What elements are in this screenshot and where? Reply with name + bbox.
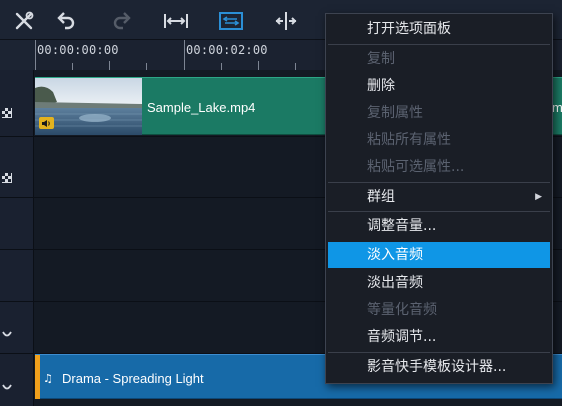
menu-item-label: 粘贴可选属性... bbox=[367, 159, 465, 175]
ruler-gutter bbox=[0, 40, 34, 70]
track-header-video[interactable] bbox=[0, 70, 34, 137]
clip-trim-handle[interactable] bbox=[35, 355, 40, 399]
audio-clip-name: Drama - Spreading Light bbox=[62, 371, 204, 386]
speaker-icon[interactable] bbox=[39, 117, 54, 129]
menu-item-paste-all-attributes[interactable]: 粘贴所有属性 bbox=[328, 127, 550, 153]
video-clip-name: Sample_Lake.mp4 bbox=[147, 100, 256, 115]
menu-item-delete[interactable]: 删除 bbox=[328, 73, 550, 99]
menu-item-audio-ducking[interactable]: 音频调节... bbox=[328, 324, 550, 350]
menu-item-open-options-panel[interactable]: 打开选项面板 bbox=[328, 16, 550, 42]
menu-item-label: 音频调节... bbox=[367, 329, 437, 345]
ruler-timecode: 00:00:00:00 bbox=[37, 43, 119, 57]
menu-item-label: 粘贴所有属性 bbox=[367, 132, 451, 148]
menu-separator bbox=[328, 352, 550, 353]
ruler-minor-tick bbox=[146, 63, 147, 70]
menu-item-paste-selected-attributes[interactable]: 粘贴可选属性... bbox=[328, 154, 550, 180]
track-header-title[interactable] bbox=[0, 198, 34, 250]
ripple-edit-icon[interactable] bbox=[217, 8, 245, 34]
menu-item-label: 调整音量... bbox=[367, 218, 437, 234]
context-menu: 打开选项面板 复制 删除 复制属性 粘贴所有属性 粘贴可选属性... 群组 ▶ 调… bbox=[325, 13, 553, 384]
split-icon[interactable] bbox=[272, 8, 300, 34]
audio-wave-icon bbox=[2, 384, 12, 390]
ruler-timecode: 00:00:02:00 bbox=[186, 43, 268, 57]
menu-item-adjust-volume[interactable]: 调整音量... bbox=[328, 213, 550, 239]
tools-icon[interactable] bbox=[10, 8, 38, 34]
ruler-major-tick bbox=[35, 40, 36, 70]
menu-item-copy[interactable]: 复制 bbox=[328, 46, 550, 72]
video-editor-timeline: 00:00:00:00 00:00:02:00 Sample_Lake.mp4 … bbox=[0, 0, 562, 406]
ruler-major-tick bbox=[184, 40, 185, 70]
menu-item-label: 淡出音频 bbox=[367, 275, 423, 291]
menu-item-template-designer[interactable]: 影音快手模板设计器... bbox=[328, 354, 550, 380]
menu-item-copy-attributes[interactable]: 复制属性 bbox=[328, 100, 550, 126]
audio-wave-icon bbox=[2, 331, 12, 337]
menu-item-label: 复制属性 bbox=[367, 105, 423, 121]
menu-item-normalize-audio[interactable]: 等量化音频 bbox=[328, 297, 550, 323]
menu-item-label: 复制 bbox=[367, 51, 395, 67]
fit-timeline-icon[interactable] bbox=[162, 8, 190, 34]
ruler-minor-tick bbox=[258, 61, 259, 70]
ruler-minor-tick bbox=[72, 63, 73, 70]
redo-icon[interactable] bbox=[108, 8, 136, 34]
track-header-music-1[interactable] bbox=[0, 302, 34, 354]
ruler-minor-tick bbox=[109, 61, 110, 70]
video-clip-edge-label: m bbox=[552, 100, 562, 115]
menu-item-label: 淡入音频 bbox=[367, 247, 423, 263]
menu-item-fade-out-audio[interactable]: 淡出音频 bbox=[328, 270, 550, 296]
menu-separator bbox=[328, 44, 550, 45]
menu-item-group[interactable]: 群组 ▶ bbox=[328, 184, 550, 210]
submenu-arrow-icon: ▶ bbox=[535, 192, 542, 202]
menu-separator bbox=[328, 182, 550, 183]
ruler-minor-tick bbox=[221, 63, 222, 70]
checkerboard-icon bbox=[2, 108, 12, 118]
menu-item-label: 群组 bbox=[367, 189, 395, 205]
track-header-music-2[interactable] bbox=[0, 354, 34, 406]
track-header-voice[interactable] bbox=[0, 250, 34, 302]
track-header-column bbox=[0, 70, 34, 406]
music-note-icon: ♫ bbox=[43, 372, 53, 385]
menu-item-label: 删除 bbox=[367, 78, 395, 94]
ruler-minor-tick bbox=[295, 63, 296, 70]
menu-item-label: 影音快手模板设计器... bbox=[367, 359, 507, 375]
menu-item-label: 打开选项面板 bbox=[367, 21, 451, 37]
track-header-overlay[interactable] bbox=[0, 137, 34, 198]
menu-item-fade-in-audio[interactable]: 淡入音频 bbox=[328, 242, 550, 268]
checkerboard-icon bbox=[2, 173, 12, 183]
menu-separator bbox=[328, 211, 550, 212]
undo-icon[interactable] bbox=[52, 8, 80, 34]
menu-item-label: 等量化音频 bbox=[367, 302, 437, 318]
